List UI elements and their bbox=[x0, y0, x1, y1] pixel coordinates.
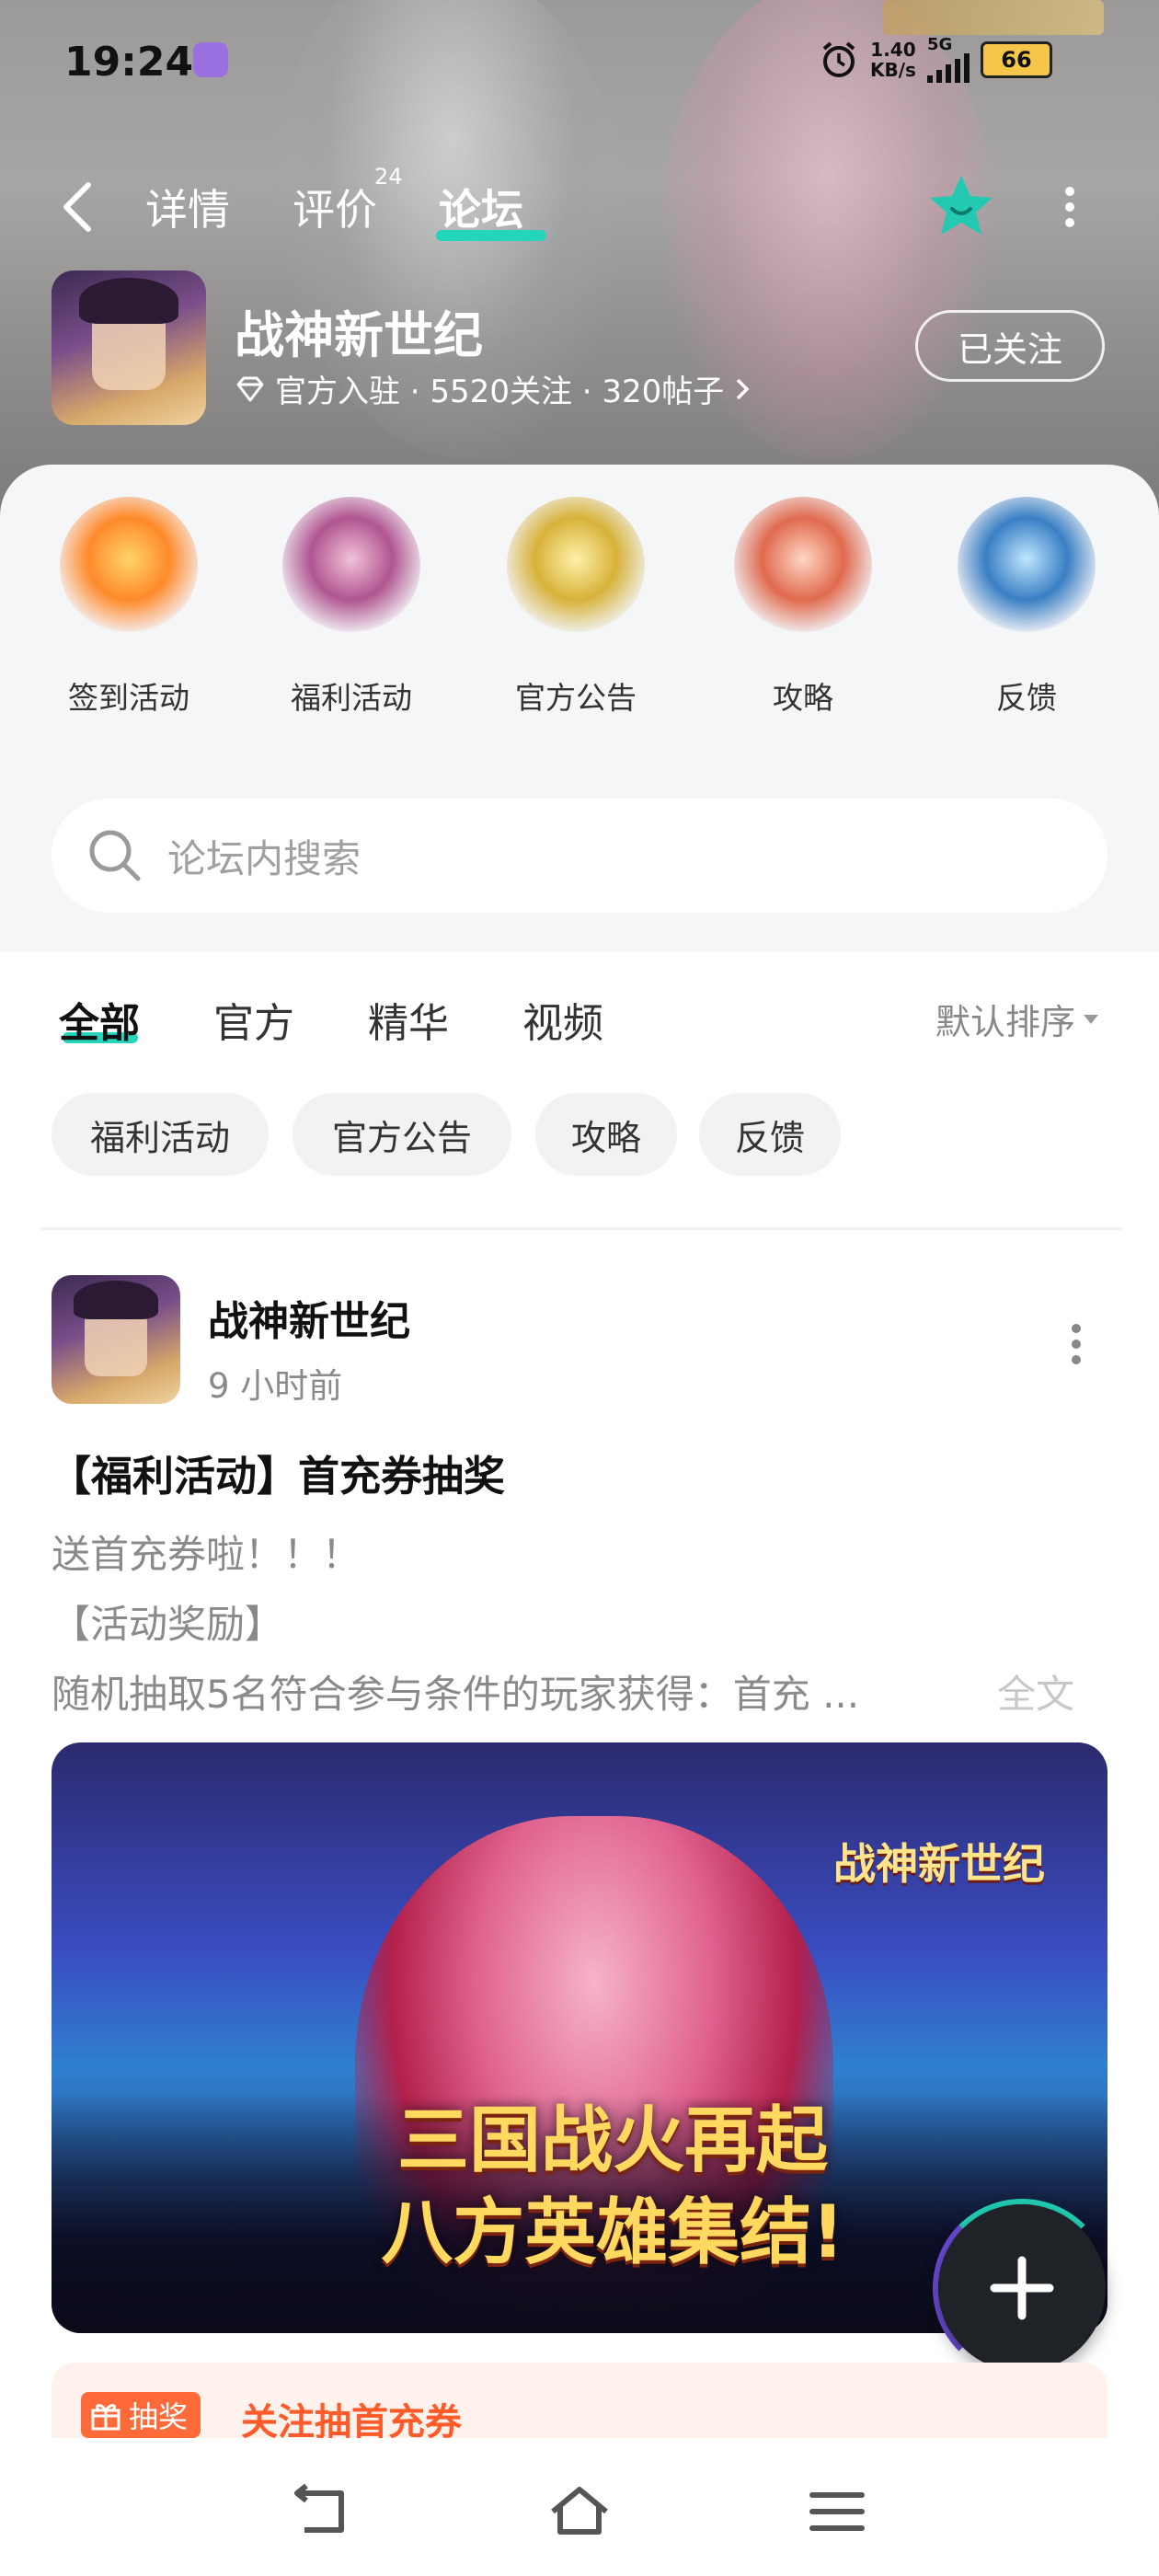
category-label: 官方公告 bbox=[515, 680, 637, 716]
follow-button[interactable]: 已关注 bbox=[915, 310, 1105, 382]
post-excerpt-line: 随机抽取5名符合参与条件的玩家获得：首充 ... bbox=[52, 1672, 860, 1717]
category-signin[interactable]: 签到活动 bbox=[51, 497, 207, 718]
gift-icon bbox=[91, 2404, 120, 2431]
header-art-logo bbox=[883, 0, 1104, 35]
forum-search-input[interactable]: 论坛内搜索 bbox=[52, 799, 1107, 913]
post-title[interactable]: 【福利活动】首充券抽奖 bbox=[50, 1443, 505, 1502]
sort-label: 默认排序 bbox=[935, 1002, 1076, 1042]
tab-details[interactable]: 详情 bbox=[145, 177, 230, 237]
lottery-badge: 抽奖 bbox=[81, 2392, 201, 2438]
category-announcement[interactable]: 官方公告 bbox=[498, 497, 654, 718]
category-announcement-image bbox=[507, 497, 645, 635]
filter-tab-video[interactable]: 视频 bbox=[522, 990, 603, 1049]
game-meta[interactable]: 官方入驻 · 5520关注 · 320帖子 bbox=[235, 366, 752, 411]
filter-tab-featured[interactable]: 精华 bbox=[368, 990, 449, 1049]
caret-down-icon bbox=[1084, 1014, 1099, 1024]
favorite-icon[interactable] bbox=[924, 170, 998, 244]
post-author[interactable]: 战神新世纪 bbox=[208, 1288, 410, 1347]
post-excerpt-line: 送首充券啦！！！ bbox=[52, 1532, 361, 1577]
category-guide-image bbox=[734, 497, 872, 635]
tab-forum[interactable]: 论坛 bbox=[439, 177, 523, 237]
game-meta-text: 官方入驻 · 5520关注 · 320帖子 bbox=[275, 374, 725, 410]
chip-guide[interactable]: 攻略 bbox=[535, 1093, 677, 1176]
category-feedback-image bbox=[958, 497, 1096, 635]
post-time: 9 小时前 bbox=[208, 1366, 343, 1406]
game-icon[interactable] bbox=[52, 270, 206, 425]
category-label: 攻略 bbox=[773, 680, 833, 716]
more-vertical-icon[interactable] bbox=[1053, 184, 1086, 230]
filter-tab-official[interactable]: 官方 bbox=[213, 990, 294, 1049]
chip-welfare[interactable]: 福利活动 bbox=[52, 1093, 269, 1176]
category-feedback[interactable]: 反馈 bbox=[948, 497, 1105, 718]
diamond-icon bbox=[236, 376, 264, 401]
more-vertical-icon[interactable] bbox=[1063, 1321, 1089, 1367]
status-time: 19:24 bbox=[64, 39, 194, 86]
back-nav-icon[interactable] bbox=[290, 2484, 354, 2539]
filter-tab-all[interactable]: 全部 bbox=[59, 990, 140, 1049]
chip-announcement[interactable]: 官方公告 bbox=[293, 1093, 511, 1176]
banner-slogan: 八方英雄集结! bbox=[381, 2191, 844, 2274]
battery-icon: 66 bbox=[980, 41, 1052, 78]
status-icons: 1.40 KB/s 5G 66 bbox=[819, 37, 1052, 83]
full-text-link[interactable]: 全文 bbox=[997, 1663, 1074, 1719]
post-excerpt-line: 【活动奖励】 bbox=[52, 1602, 284, 1647]
category-label: 福利活动 bbox=[291, 680, 412, 716]
banner-logo: 战神新世纪 bbox=[833, 1839, 1045, 1889]
category-label: 签到活动 bbox=[68, 680, 189, 716]
search-placeholder: 论坛内搜索 bbox=[167, 835, 361, 881]
network-speed: 1.40 KB/s bbox=[870, 39, 916, 81]
sort-dropdown[interactable]: 默认排序 bbox=[935, 994, 1099, 1044]
category-label: 反馈 bbox=[996, 680, 1057, 716]
network-type: 5G bbox=[926, 35, 953, 54]
lottery-badge-label: 抽奖 bbox=[129, 2399, 189, 2434]
category-guide[interactable]: 攻略 bbox=[725, 497, 881, 718]
alarm-icon bbox=[822, 41, 855, 77]
category-signin-image bbox=[60, 497, 198, 635]
signal-icon bbox=[926, 53, 970, 83]
create-post-button[interactable] bbox=[938, 2204, 1106, 2372]
search-icon bbox=[89, 830, 141, 881]
home-nav-icon[interactable] bbox=[547, 2484, 612, 2539]
reviews-count-badge: 24 bbox=[374, 164, 403, 190]
chevron-right-icon bbox=[737, 378, 750, 399]
category-welfare[interactable]: 福利活动 bbox=[273, 497, 430, 718]
plus-icon bbox=[990, 2256, 1054, 2320]
app-notification-icon bbox=[193, 42, 228, 77]
section-divider bbox=[40, 1227, 1122, 1230]
banner-slogan: 三国战火再起 bbox=[396, 2099, 828, 2182]
category-welfare-image bbox=[282, 497, 420, 635]
menu-nav-icon[interactable] bbox=[805, 2484, 869, 2539]
tab-reviews[interactable]: 评价 bbox=[293, 177, 377, 237]
battery-level: 66 bbox=[1001, 47, 1032, 73]
chip-feedback[interactable]: 反馈 bbox=[699, 1093, 841, 1176]
avatar[interactable] bbox=[52, 1275, 180, 1404]
game-name: 战神新世纪 bbox=[235, 306, 483, 364]
back-icon[interactable] bbox=[57, 179, 99, 235]
